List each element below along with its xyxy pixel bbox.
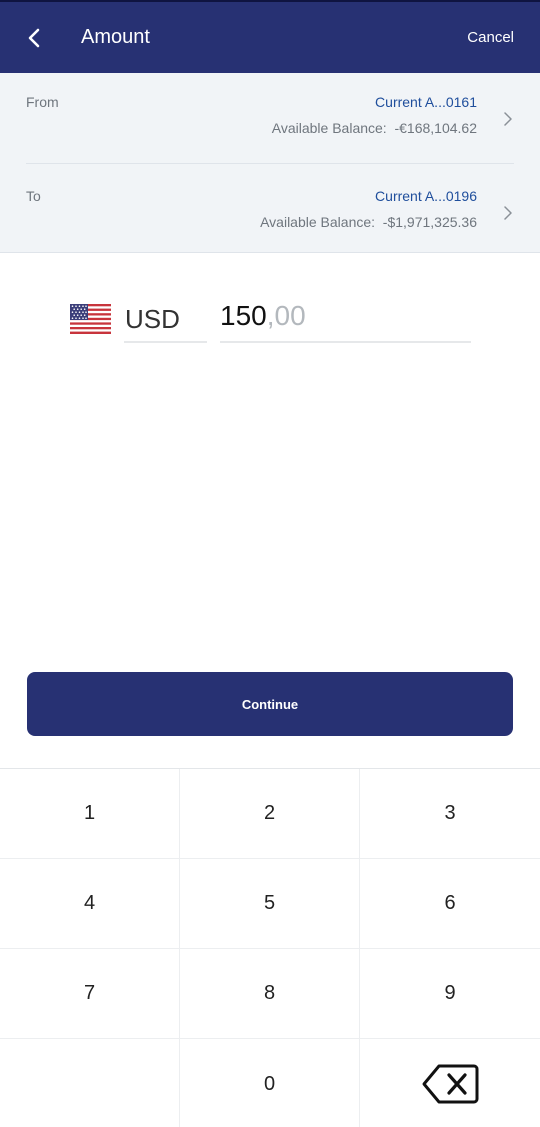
amount-integer: 150	[220, 300, 267, 331]
chevron-left-icon	[28, 28, 40, 48]
backspace-key[interactable]	[360, 1039, 540, 1127]
app-header: Amount Cancel	[0, 0, 540, 73]
key-4[interactable]: 4	[0, 859, 180, 949]
to-account-row[interactable]: To Current A...0196 Available Balance: -…	[0, 167, 540, 257]
key-1[interactable]: 1	[0, 769, 180, 859]
key-9[interactable]: 9	[360, 949, 540, 1039]
amount-decimal: ,00	[266, 300, 306, 331]
currency-code: USD	[125, 304, 180, 334]
amount-entry: USD 150,00	[0, 254, 540, 364]
amount-input[interactable]: 150,00	[220, 296, 471, 343]
key-6[interactable]: 6	[360, 859, 540, 949]
continue-button[interactable]: Continue	[27, 672, 513, 736]
key-8[interactable]: 8	[180, 949, 360, 1039]
key-3[interactable]: 3	[360, 769, 540, 859]
back-button[interactable]	[18, 22, 50, 54]
divider	[26, 163, 514, 164]
accounts-panel: From Current A...0161 Available Balance:…	[0, 73, 540, 253]
cancel-button[interactable]: Cancel	[467, 29, 514, 46]
key-2[interactable]: 2	[180, 769, 360, 859]
chevron-right-icon	[504, 206, 512, 220]
numeric-keypad: 1 2 3 4 5 6 7 8 9 0	[0, 768, 540, 1127]
key-0[interactable]: 0	[180, 1039, 360, 1127]
from-account-name: Current A...0161	[375, 94, 477, 110]
chevron-right-icon	[504, 112, 512, 126]
backspace-icon	[422, 1064, 479, 1104]
key-7[interactable]: 7	[0, 949, 180, 1039]
from-available-balance: Available Balance: -€168,104.62	[271, 120, 477, 136]
us-flag-icon	[70, 304, 111, 334]
currency-selector[interactable]: USD	[124, 296, 207, 343]
to-account-name: Current A...0196	[375, 188, 477, 204]
from-account-row[interactable]: From Current A...0161 Available Balance:…	[0, 73, 540, 164]
from-label: From	[26, 94, 59, 110]
page-title: Amount	[81, 26, 150, 48]
key-empty	[0, 1039, 180, 1127]
key-5[interactable]: 5	[180, 859, 360, 949]
amount-value: 150,00	[220, 300, 306, 332]
to-available-balance: Available Balance: -$1,971,325.36	[260, 214, 477, 230]
to-label: To	[26, 188, 41, 204]
